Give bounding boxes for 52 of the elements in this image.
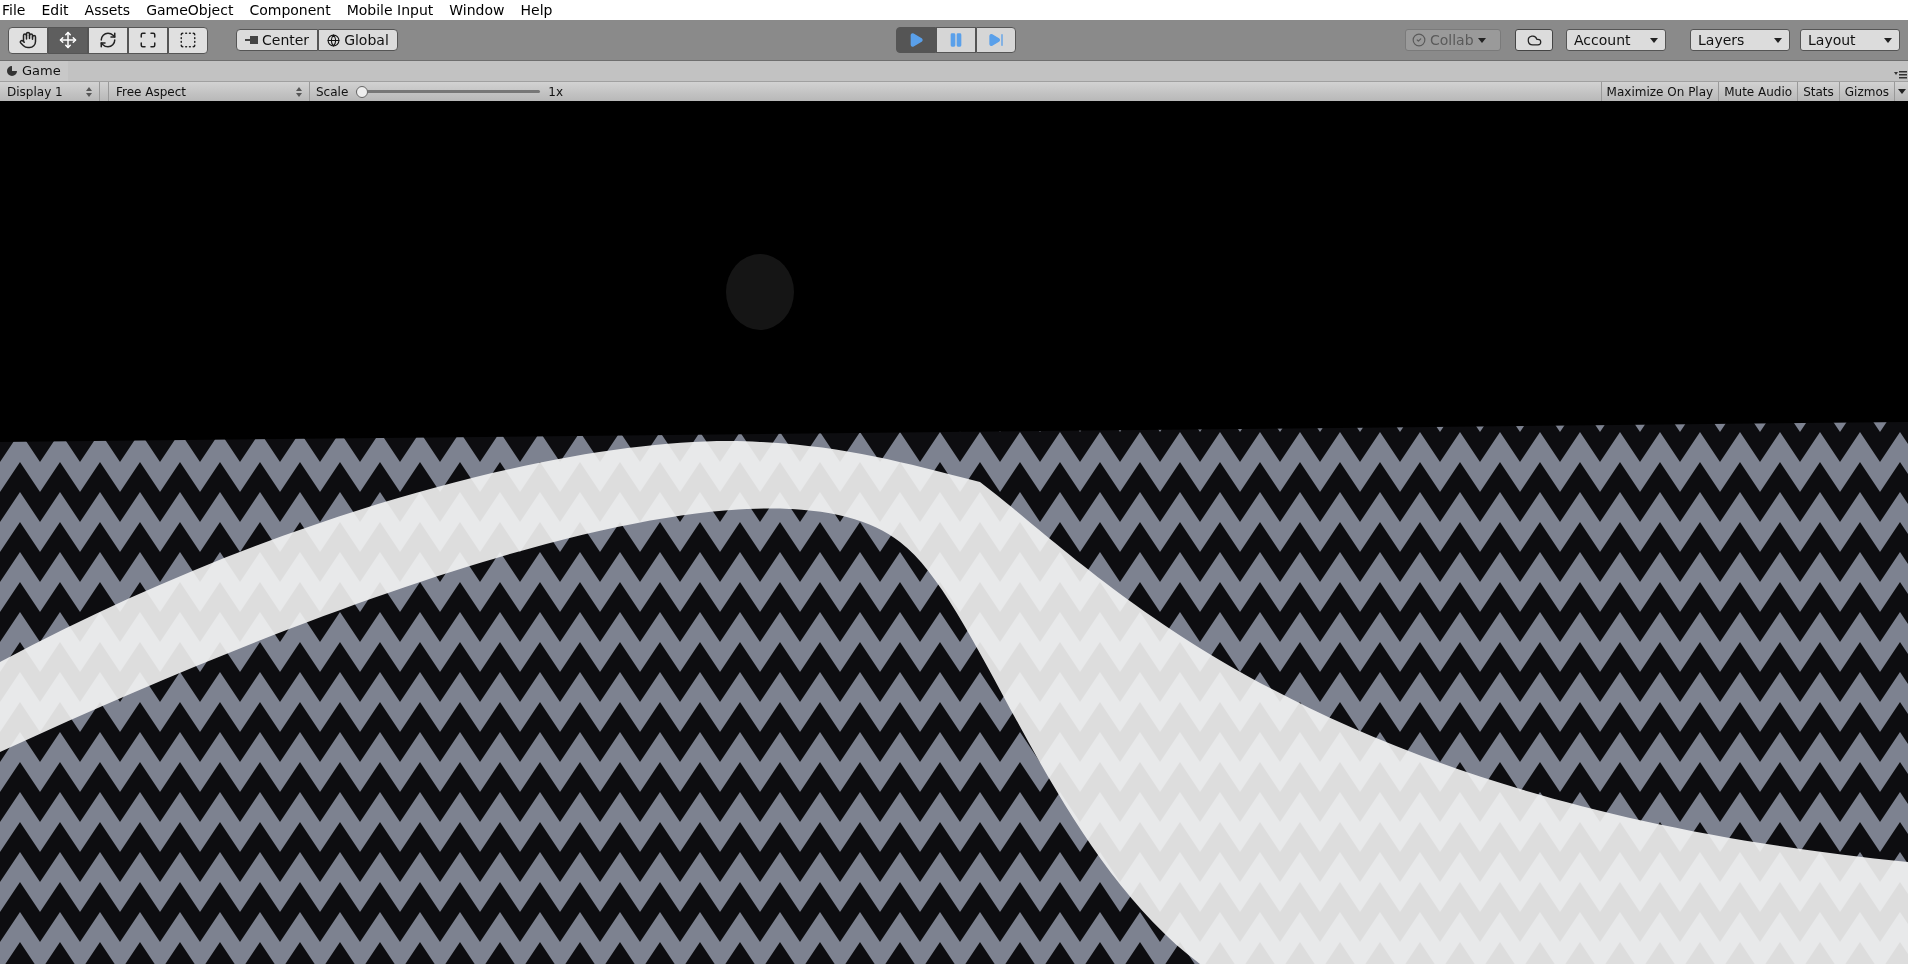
pivot-button[interactable]: Center <box>236 29 319 51</box>
cloud-icon <box>1526 32 1542 48</box>
game-tab[interactable]: Game <box>0 61 68 81</box>
step-icon <box>987 32 1004 48</box>
layers-dropdown[interactable]: Layers <box>1690 29 1790 51</box>
tool-button[interactable] <box>48 26 88 54</box>
pivot-button[interactable]: Global <box>318 29 398 51</box>
panel-menu-icon[interactable] <box>1894 71 1907 79</box>
scale-icon <box>139 31 157 49</box>
toggle-button[interactable]: Stats <box>1797 82 1839 101</box>
check-circle-icon <box>1412 33 1426 47</box>
display-dropdown[interactable]: Display 1 <box>0 82 100 101</box>
scale-reading: 1x <box>548 83 564 101</box>
move-icon <box>59 31 77 49</box>
menu-item[interactable]: Mobile Input <box>338 3 442 17</box>
menu-item[interactable]: Assets <box>76 3 139 17</box>
slider-thumb[interactable] <box>356 85 369 98</box>
tool-button[interactable] <box>128 26 168 54</box>
menu-item[interactable]: Component <box>241 3 339 17</box>
menu-item[interactable]: GameObject <box>138 3 242 17</box>
pivot-icon <box>245 35 258 45</box>
caret-icon <box>1897 89 1906 94</box>
toggle-button[interactable]: Maximize On Play <box>1600 82 1719 101</box>
up-down-arrows-icon <box>86 86 92 97</box>
playback-button[interactable] <box>975 27 1016 53</box>
tool-button[interactable] <box>88 26 128 54</box>
account-dropdown[interactable]: Account <box>1566 29 1666 51</box>
menu-item[interactable]: Window <box>441 3 513 17</box>
globe-icon <box>327 33 341 47</box>
rotate-icon <box>99 31 117 49</box>
rect-tool-icon <box>179 31 197 49</box>
caret-icon <box>1650 37 1658 43</box>
gizmos-dropdown[interactable] <box>1894 82 1908 101</box>
layout-dropdown[interactable]: Layout <box>1800 29 1900 51</box>
menu-item[interactable]: Help <box>512 3 561 17</box>
menu-item[interactable]: Edit <box>33 3 77 17</box>
menu-item[interactable]: File <box>0 3 34 17</box>
up-down-arrows-icon <box>296 86 302 97</box>
cloud-button[interactable] <box>1515 29 1553 51</box>
caret-icon <box>1774 37 1782 43</box>
scale-label: Scale <box>316 83 349 101</box>
playback-button[interactable] <box>895 27 936 53</box>
toggle-button[interactable]: Mute Audio <box>1718 82 1798 101</box>
playback-button[interactable] <box>935 27 976 53</box>
caret-icon <box>1477 37 1486 43</box>
caret-icon <box>1884 37 1892 43</box>
game-tab-icon <box>7 66 17 76</box>
aspect-dropdown[interactable]: Free Aspect <box>108 82 310 101</box>
tool-button[interactable] <box>8 26 48 54</box>
tool-button[interactable] <box>168 26 208 54</box>
hand-icon <box>19 31 37 49</box>
toggle-button[interactable]: Gizmos <box>1838 82 1894 101</box>
